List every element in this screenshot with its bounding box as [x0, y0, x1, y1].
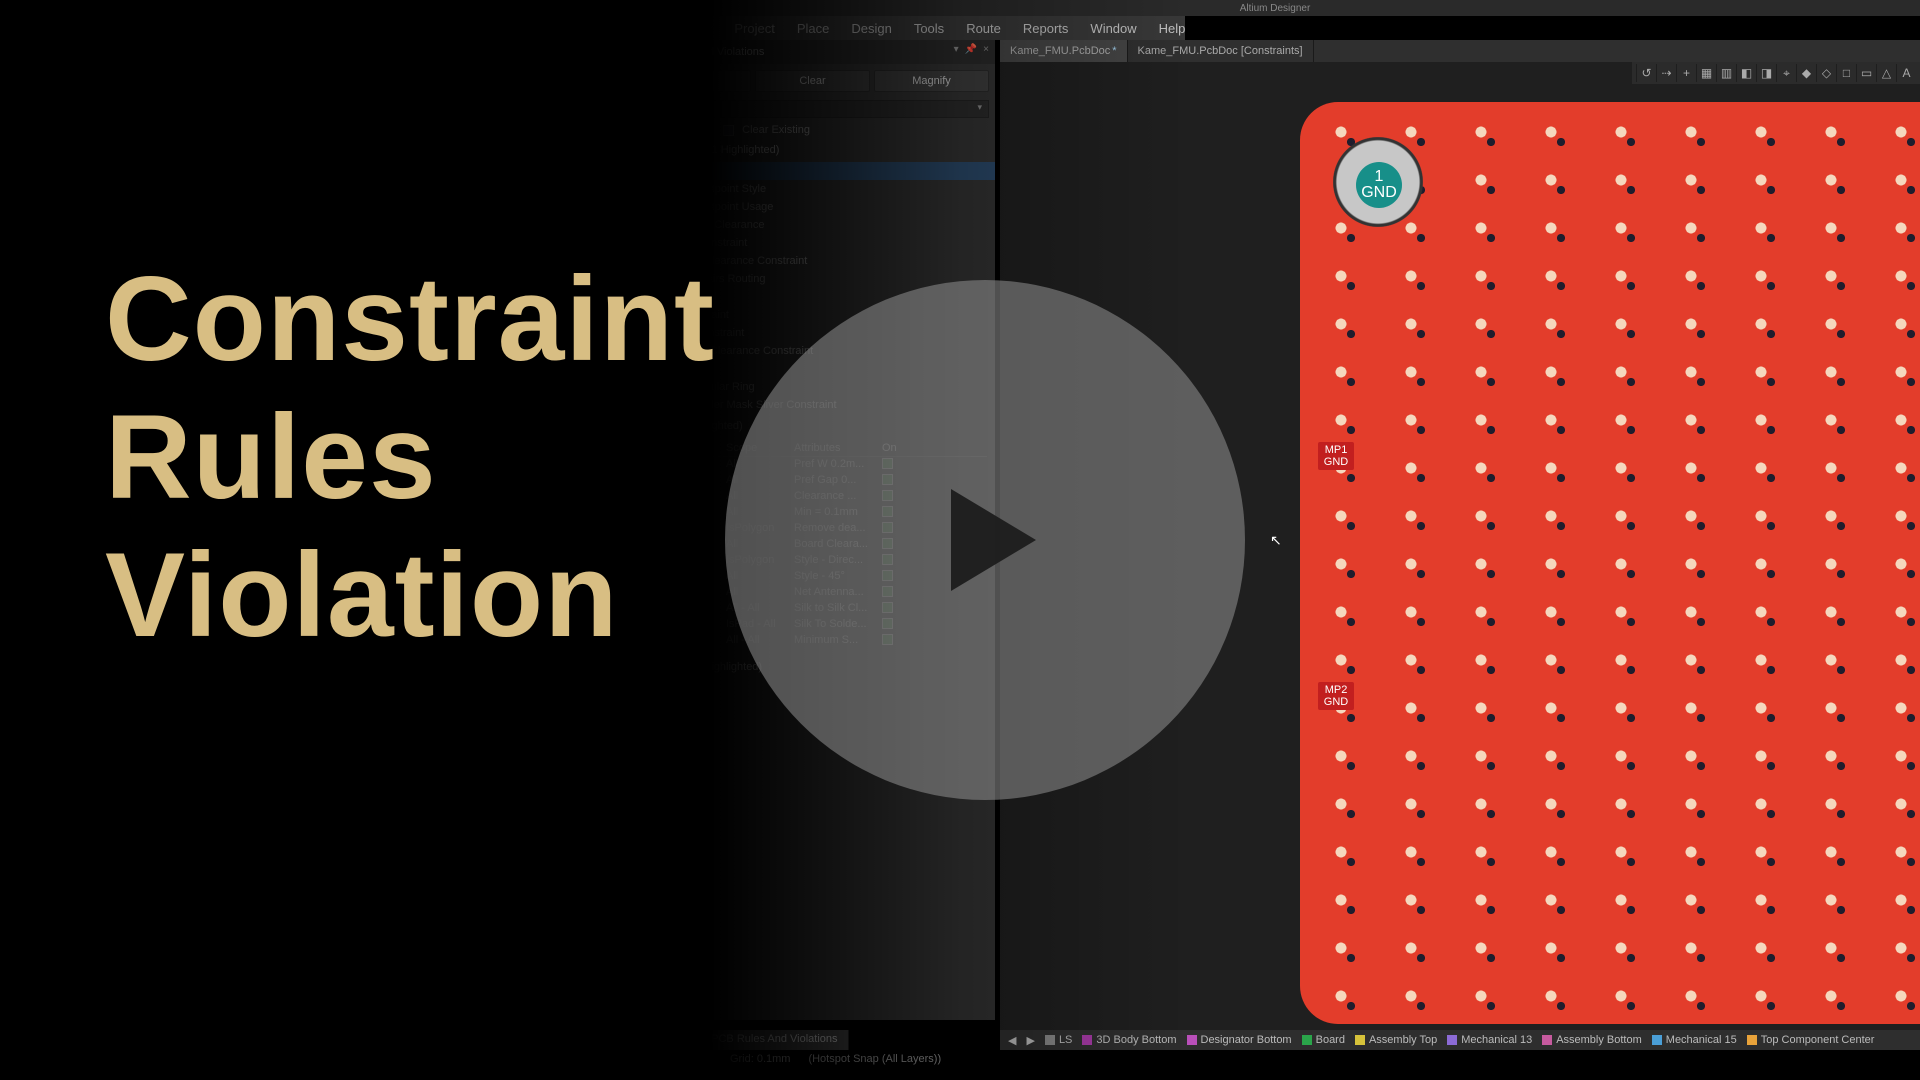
pad-num: 1 — [1375, 169, 1384, 185]
canvas-tool-13[interactable]: A — [1896, 64, 1916, 82]
panel-title-text: PCB Rules And Violations — [638, 46, 764, 58]
status-bar: X:0mm Y:0mm Grid: 0.1mm (Hotspot Snap (A… — [630, 1050, 951, 1068]
app-titlebar: Altium Designer — [630, 0, 1920, 16]
menu-project[interactable]: Project — [734, 21, 774, 36]
rule-class-item[interactable]: Assembly Testpoint Style — [644, 180, 995, 198]
zoom-select-chk[interactable] — [640, 125, 651, 136]
tab-dirty-icon: * — [1112, 45, 1116, 57]
clear-existing-chk[interactable] — [723, 125, 734, 136]
rule-class-item[interactable]: Board Outline Clearance — [644, 216, 995, 234]
layer-tabs: ◀ ▶ LS 3D Body Bottom Designator Bottom Boa… — [1000, 1030, 1920, 1050]
panel-dropdown-icon[interactable]: ▾ — [954, 44, 959, 55]
clear-button[interactable]: Clear — [755, 70, 870, 92]
menu-place[interactable]: Place — [797, 21, 830, 36]
layer-tab[interactable]: 3D Body Bottom — [1082, 1034, 1176, 1046]
panel-title: PCB Rules And Violations ▾ 📌 × — [630, 40, 995, 64]
thumbnail-title: Constraint Rules Violation — [105, 250, 715, 664]
canvas-toolbar: ↺⇢+▦▥◧◨⌖◆◇□▭△A — [1632, 62, 1920, 84]
net: GND — [1318, 456, 1354, 468]
layer-nav-next[interactable]: ▶ — [1026, 1034, 1034, 1047]
panel-pin-icon[interactable]: 📌 — [965, 44, 977, 55]
designator-mp1[interactable]: MP1 GND — [1318, 442, 1354, 470]
canvas-tool-6[interactable]: ◨ — [1756, 64, 1776, 82]
app-title: Altium Designer — [1240, 3, 1311, 14]
menubar: Edit View Project Place Design Tools Rou… — [630, 16, 1185, 40]
ref: MP2 — [1318, 684, 1354, 696]
zoom-label: Zoom — [659, 124, 687, 136]
canvas-tool-3[interactable]: ▦ — [1696, 64, 1716, 82]
play-button[interactable] — [725, 280, 1245, 800]
clear-existing-label: Clear Existing — [742, 124, 810, 136]
apply-button[interactable]: Apply — [636, 70, 751, 92]
tab-pcbdoc[interactable]: Kame_FMU.PcbDoc* — [1000, 40, 1128, 62]
menu-design[interactable]: Design — [851, 21, 891, 36]
rule-class-item[interactable]: Assembly Testpoint Usage — [644, 198, 995, 216]
layer-tab[interactable]: Designator Bottom — [1187, 1034, 1292, 1046]
canvas-tool-4[interactable]: ▥ — [1716, 64, 1736, 82]
title-line: Violation — [105, 526, 715, 664]
tab-label: Kame_FMU.PcbDoc — [1010, 45, 1110, 57]
title-line: Rules — [105, 388, 715, 526]
designator-mp2[interactable]: MP2 GND — [1318, 682, 1354, 710]
layer-tab[interactable]: Top Component Center — [1747, 1034, 1875, 1046]
canvas-tool-2[interactable]: + — [1676, 64, 1696, 82]
ref: MP1 — [1318, 444, 1354, 456]
status-snap: (Hotspot Snap (All Layers)) — [808, 1053, 941, 1065]
bottom-panel-tabs: Properties PCB Rules And Violations — [630, 1030, 849, 1050]
menu-window[interactable]: Window — [1090, 21, 1136, 36]
play-icon — [900, 455, 1070, 625]
tab-label: Kame_FMU.PcbDoc [Constraints] — [1138, 45, 1303, 57]
layer-tab[interactable]: Board — [1302, 1034, 1345, 1046]
tab-rules-violations[interactable]: PCB Rules And Violations — [701, 1030, 848, 1050]
canvas-tool-9[interactable]: ◇ — [1816, 64, 1836, 82]
panel-close-icon[interactable]: × — [983, 44, 989, 55]
canvas-tool-0[interactable]: ↺ — [1636, 64, 1656, 82]
layer-tab[interactable]: Assembly Bottom — [1542, 1034, 1642, 1046]
menu-edit[interactable]: Edit — [640, 21, 662, 36]
net: GND — [1318, 696, 1354, 708]
canvas-tool-11[interactable]: ▭ — [1856, 64, 1876, 82]
canvas-tool-7[interactable]: ⌖ — [1776, 64, 1796, 82]
canvas-tool-5[interactable]: ◧ — [1736, 64, 1756, 82]
title-line: Constraint — [105, 250, 715, 388]
pad-net: GND — [1361, 185, 1397, 201]
rule-class-item[interactable]: [All Rules] — [630, 162, 995, 180]
layer-tab[interactable]: Assembly Top — [1355, 1034, 1437, 1046]
canvas-tool-8[interactable]: ◆ — [1796, 64, 1816, 82]
layer-nav-prev[interactable]: ◀ — [1008, 1034, 1016, 1047]
menu-help[interactable]: Help — [1159, 21, 1186, 36]
canvas-tool-1[interactable]: ⇢ — [1656, 64, 1676, 82]
filter-dropdown[interactable] — [636, 100, 989, 118]
layer-tab[interactable]: Mechanical 13 — [1447, 1034, 1532, 1046]
status-grid: Grid: 0.1mm — [730, 1053, 791, 1065]
menu-view[interactable]: View — [684, 21, 712, 36]
layer-tab[interactable]: Mechanical 15 — [1652, 1034, 1737, 1046]
pad-1-gnd[interactable]: 1 GND — [1356, 162, 1402, 208]
canvas-tool-10[interactable]: □ — [1836, 64, 1856, 82]
rule-classes-header: Rule Classes (1 Highlighted) — [630, 138, 995, 158]
cursor-icon — [1270, 532, 1282, 549]
canvas-tool-12[interactable]: △ — [1876, 64, 1896, 82]
pcb-board[interactable]: 1 GND MP1 GND MP2 GND — [1300, 102, 1920, 1024]
menu-route[interactable]: Route — [966, 21, 1001, 36]
menu-tools[interactable]: Tools — [914, 21, 944, 36]
tab-properties[interactable]: Properties — [630, 1030, 701, 1050]
menu-reports[interactable]: Reports — [1023, 21, 1069, 36]
tab-constraints[interactable]: Kame_FMU.PcbDoc [Constraints] — [1128, 40, 1314, 62]
document-tabs: Kame_FMU.PcbDoc* Kame_FMU.PcbDoc [Constr… — [1000, 40, 1920, 62]
status-coords: X:0mm Y:0mm — [640, 1053, 712, 1065]
magnify-button[interactable]: Magnify — [874, 70, 989, 92]
layer-tab[interactable]: LS — [1045, 1034, 1072, 1046]
